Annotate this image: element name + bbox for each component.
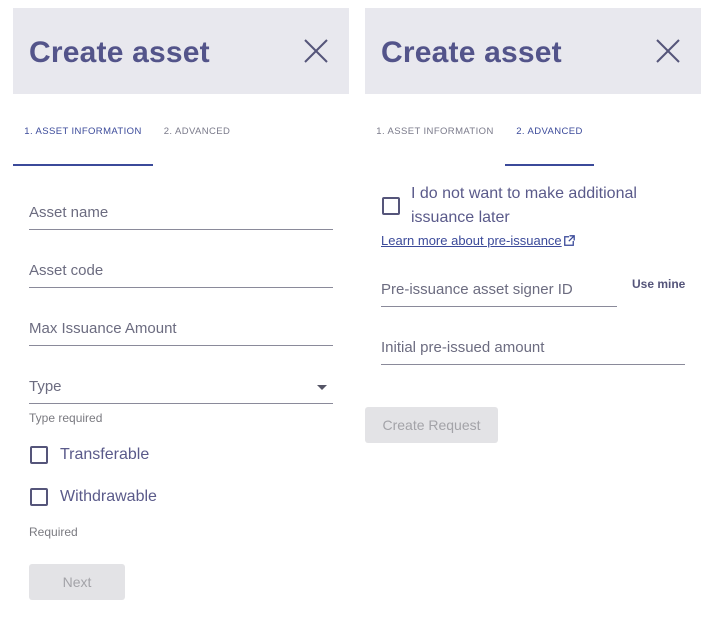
active-tab-indicator [505,164,594,166]
initial-preissued-amount-field[interactable]: Initial pre-issued amount [381,331,685,365]
active-tab-indicator [13,164,153,166]
required-hint: Required [29,525,78,539]
step-tabs: 1. Asset Information 2. Advanced [365,94,701,166]
close-icon[interactable] [655,38,681,64]
panel-header: Create asset [365,8,701,94]
tab-asset-information[interactable]: 1. Asset Information [365,94,505,166]
tab-asset-information[interactable]: 1. Asset Information [13,94,153,166]
create-request-button[interactable]: Create Request [365,407,498,443]
transferable-label: Transferable [60,446,150,463]
withdrawable-checkbox[interactable] [30,488,48,506]
asset-name-field[interactable]: Asset name [29,196,333,230]
transferable-checkbox[interactable] [30,446,48,464]
external-link-icon [563,235,575,246]
type-select[interactable]: Type [29,370,333,404]
no-additional-issuance-label-line1: I do not want to make additional [411,185,637,202]
create-asset-panel-step1: Create asset 1. Asset Information 2. Adv… [13,0,349,623]
withdrawable-label: Withdrawable [60,488,157,505]
tab-advanced[interactable]: 2. Advanced [153,94,241,166]
initial-amount-placeholder: Initial pre-issued amount [381,339,545,356]
tab-label: 1. Asset Information [376,126,494,137]
no-additional-issuance-label-line2: issuance later [411,209,510,226]
asset-code-placeholder: Asset code [29,262,104,279]
signer-id-placeholder: Pre-issuance asset signer ID [381,281,573,298]
tab-advanced[interactable]: 2. Advanced [505,94,594,166]
type-placeholder: Type [29,378,62,395]
tab-label: 2. Advanced [163,126,231,137]
asset-name-placeholder: Asset name [29,204,109,221]
panel-header: Create asset [13,8,349,94]
tab-label: 1. Asset Information [24,126,142,137]
learn-more-link-text: Learn more about pre-issuance [381,233,562,248]
type-required-hint: Type required [29,411,103,425]
create-asset-panel-step2: Create asset 1. Asset Information 2. Adv… [365,0,701,623]
close-icon[interactable] [303,38,329,64]
page-title: Create asset [29,36,210,69]
max-issuance-placeholder: Max Issuance Amount [29,320,177,337]
no-additional-issuance-checkbox[interactable] [382,197,400,215]
step-tabs: 1. Asset Information 2. Advanced [13,94,349,166]
dropdown-arrow-icon [317,385,327,390]
asset-code-field[interactable]: Asset code [29,254,333,288]
use-mine-button[interactable]: Use mine [632,277,685,291]
learn-more-preissuance-link[interactable]: Learn more about pre-issuance [381,233,575,248]
next-button[interactable]: Next [29,564,125,600]
page-title: Create asset [381,36,562,69]
preissuance-signer-id-field[interactable]: Pre-issuance asset signer ID [381,273,617,307]
max-issuance-amount-field[interactable]: Max Issuance Amount [29,312,333,346]
tab-label: 2. Advanced [516,126,583,137]
